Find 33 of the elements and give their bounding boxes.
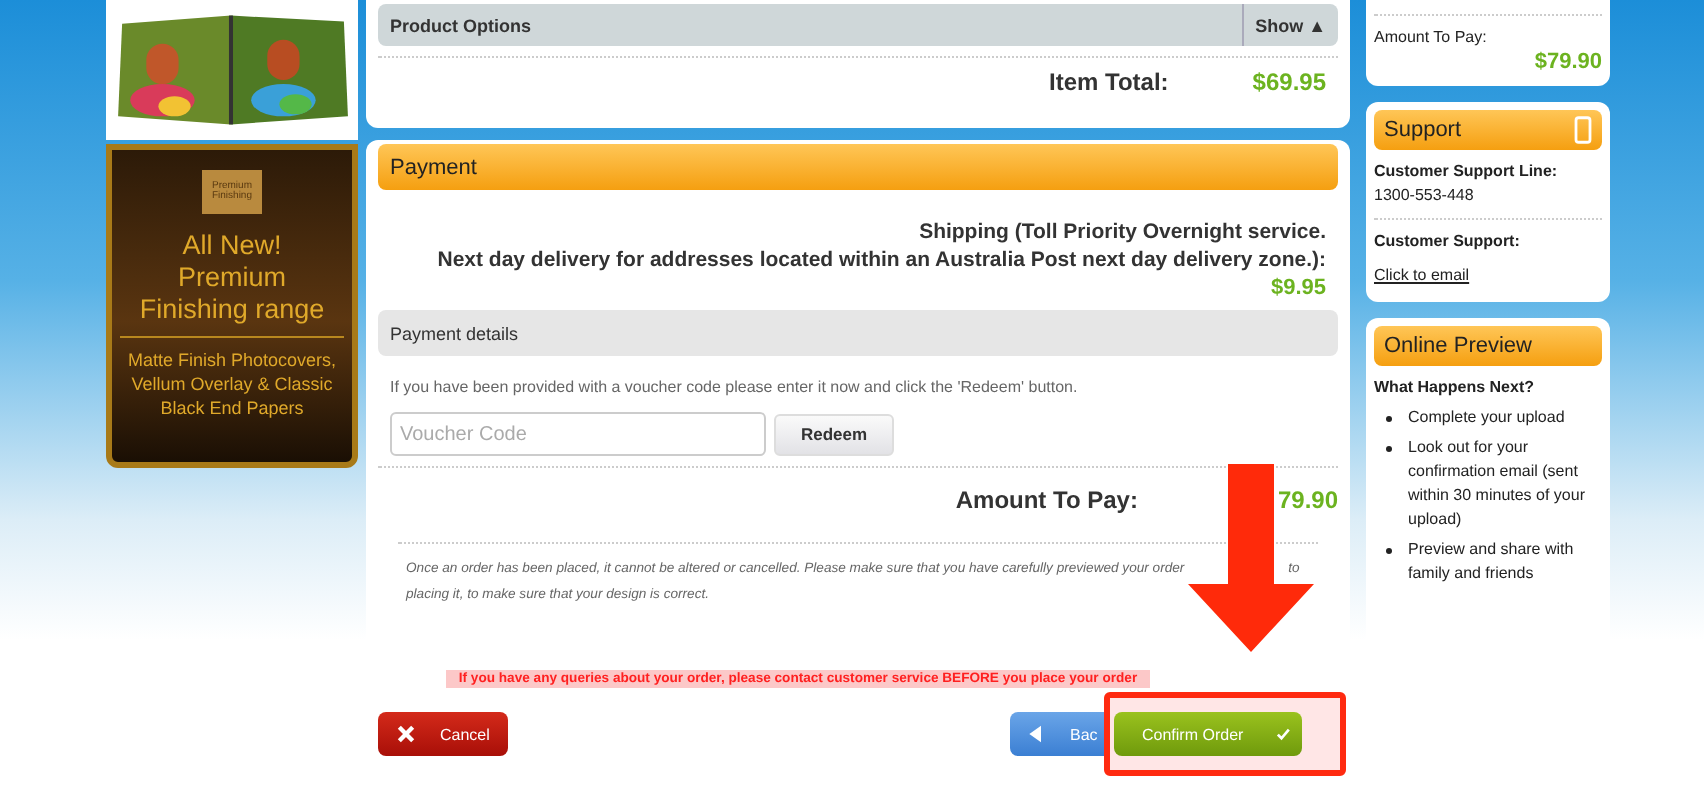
support-phone: 1300-553-448 [1374, 184, 1476, 208]
item-total-value: $69.95 [1252, 68, 1326, 96]
payment-title: Payment [390, 155, 477, 179]
summary-amount-label: Amount To Pay: [1374, 26, 1489, 50]
cancel-button[interactable]: Cancel [378, 712, 508, 756]
product-options-label: Product Options [388, 15, 533, 35]
voucher-code-field[interactable]: Voucher Code [390, 412, 766, 456]
next-step-item: Preview and share with family and friends [1408, 538, 1576, 586]
online-preview-title: Online Preview [1384, 334, 1532, 358]
support-title: Support [1384, 118, 1462, 142]
item-total-label: Item Total: [1049, 68, 1169, 96]
shipping-price: $9.95 [1268, 274, 1326, 302]
voucher-instructions: If you have been provided with a voucher code please enter it now and click the 'Redeem' button. [388, 376, 1080, 400]
amount-to-pay-label: Amount To Pay: [955, 486, 1138, 514]
back-icon [1026, 724, 1046, 744]
payment-details-title: Payment details [390, 323, 519, 343]
amount-to-pay-value: 79.90 [1277, 486, 1338, 514]
promo-headline: All New! Premium Finishing range [137, 230, 327, 326]
next-step-item: Look out for your confirmation email (sent within 30 minutes of your upload) [1408, 436, 1587, 532]
email-link[interactable]: Click to email [1374, 264, 1470, 288]
promo-text: Matte Finish Photocovers, Vellum Overlay & Classic Black End Papers [125, 348, 339, 420]
phone-icon [1574, 116, 1592, 144]
redeem-button[interactable]: Redeem [774, 413, 894, 455]
next-steps-heading: What Happens Next? [1374, 376, 1537, 400]
shipping-text: Next day delivery for addresses located within an Australia Post next day delivery zone.): [435, 246, 1326, 274]
support-line-label: Customer Support Line: [1374, 160, 1560, 184]
check-icon [1275, 724, 1290, 744]
support-email-label: Customer Support: [1374, 230, 1522, 254]
next-step-item: Complete your upload [1408, 406, 1565, 430]
show-toggle[interactable]: Show ▲ [1241, 4, 1338, 46]
close-icon [396, 724, 416, 744]
summary-amount-value: $79.90 [1532, 50, 1602, 74]
shipping-text: Shipping (Toll Priority Overnight service. [917, 218, 1326, 246]
